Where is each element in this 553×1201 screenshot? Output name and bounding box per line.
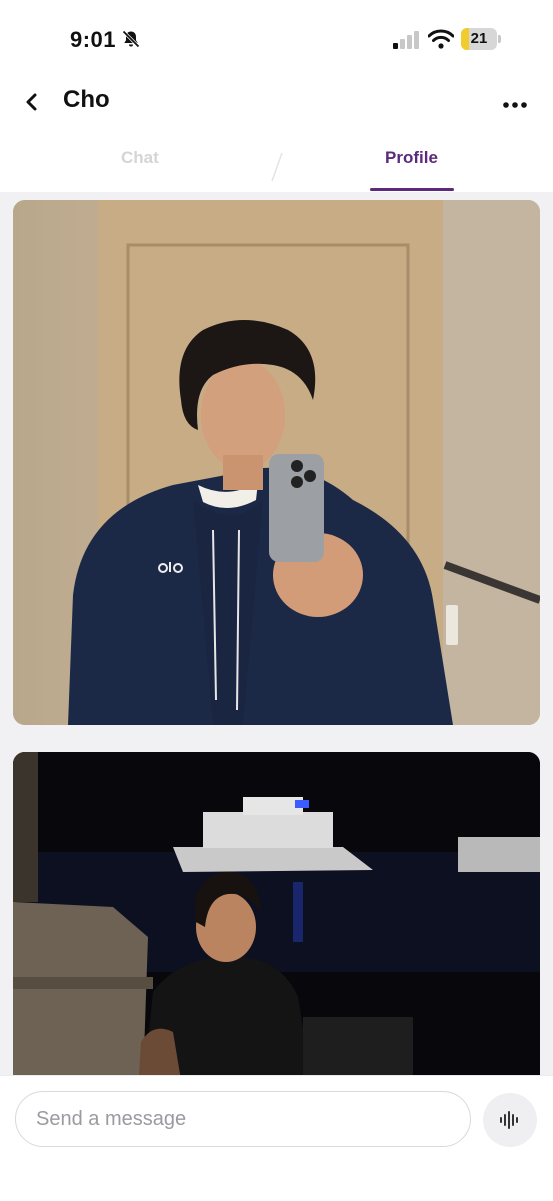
wifi-icon <box>428 29 454 49</box>
tab-profile[interactable]: Profile <box>385 148 438 168</box>
tab-bar: Chat Profile <box>0 130 553 192</box>
mirror-selfie-image <box>13 200 540 725</box>
profile-photo-1[interactable] <box>13 200 540 725</box>
chevron-left-icon[interactable] <box>18 88 46 116</box>
waveform-icon <box>500 1111 518 1129</box>
tab-divider <box>271 152 283 182</box>
battery-level: 21 <box>470 30 488 47</box>
message-composer <box>0 1075 553 1201</box>
contact-name: Cho <box>63 86 110 113</box>
battery-icon: 21 <box>461 28 501 50</box>
active-tab-indicator <box>370 188 454 191</box>
battery-cap <box>498 35 501 43</box>
night-harbor-image <box>13 752 540 1075</box>
bell-slash-icon <box>122 30 140 48</box>
conversation-header: Cho <box>0 80 553 124</box>
tab-chat[interactable]: Chat <box>121 148 159 168</box>
status-time: 9:01 <box>70 27 117 52</box>
cellular-signal-icon <box>393 31 419 49</box>
voice-message-button[interactable] <box>483 1093 537 1147</box>
battery-body: 21 <box>461 28 497 50</box>
profile-photo-2[interactable] <box>13 752 540 1075</box>
more-dots-icon[interactable] <box>498 88 534 116</box>
message-input[interactable] <box>15 1091 471 1147</box>
profile-content[interactable] <box>0 192 553 1075</box>
status-bar: 9:01 21 <box>0 0 553 80</box>
